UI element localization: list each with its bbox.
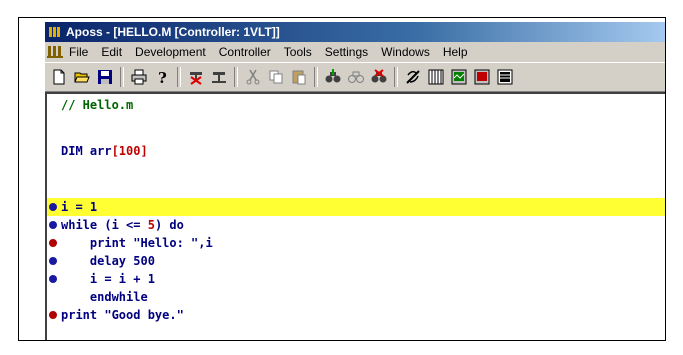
code-editor[interactable]: // Hello.m DIM arr[100] i = 1 while (i <…: [45, 92, 665, 340]
menu-help[interactable]: Help: [443, 45, 468, 59]
print-icon[interactable]: [129, 67, 149, 87]
terminal-icon[interactable]: [472, 67, 492, 87]
app-icon: [49, 27, 60, 37]
breakpoint-marker[interactable]: [49, 203, 57, 211]
code-line[interactable]: DIM arr[100]: [47, 142, 665, 160]
code-line[interactable]: while (i <= 5) do: [47, 216, 665, 234]
breakpoint-marker[interactable]: [49, 275, 57, 283]
toolbar-separator: [120, 67, 124, 87]
document-menu-icon[interactable]: [47, 45, 63, 59]
replace-icon[interactable]: [369, 67, 389, 87]
title-bar[interactable]: Aposs - [HELLO.M [Controller: 1VLT]]: [45, 22, 665, 42]
code-text: DIM arr[100]: [61, 144, 148, 158]
breakpoint-marker[interactable]: [49, 221, 57, 229]
toolbar: ?: [45, 62, 665, 92]
menu-development[interactable]: Development: [135, 45, 206, 59]
menu-file[interactable]: File: [69, 45, 88, 59]
menu-bar: File Edit Development Controller Tools S…: [45, 42, 665, 62]
code-text: while (i <= 5) do: [61, 218, 184, 232]
svg-text:?: ?: [158, 69, 167, 85]
code-text: print "Hello: ",i: [61, 236, 213, 250]
code-line[interactable]: delay 500: [47, 252, 665, 270]
copy-icon[interactable]: [266, 67, 286, 87]
find-next-icon[interactable]: [346, 67, 366, 87]
toolbar-separator: [394, 67, 398, 87]
toolbar-separator: [177, 67, 181, 87]
menu-edit[interactable]: Edit: [101, 45, 122, 59]
code-text: endwhile: [61, 290, 148, 304]
menu-settings[interactable]: Settings: [325, 45, 368, 59]
connect-icon[interactable]: [209, 67, 229, 87]
save-icon[interactable]: [95, 67, 115, 87]
app-window: Aposs - [HELLO.M [Controller: 1VLT]] Fil…: [45, 22, 665, 340]
breakpoint-marker[interactable]: [49, 257, 57, 265]
screenshot-frame: Aposs - [HELLO.M [Controller: 1VLT]] Fil…: [18, 17, 666, 341]
toolbar-separator: [314, 67, 318, 87]
monitor-icon[interactable]: [449, 67, 469, 87]
help-icon[interactable]: ?: [152, 67, 172, 87]
code-line[interactable]: // Hello.m: [47, 96, 665, 114]
code-text: i = i + 1: [61, 272, 155, 286]
code-text: delay 500: [61, 254, 155, 268]
current-line[interactable]: i = 1: [47, 198, 665, 216]
panel-icon[interactable]: [495, 67, 515, 87]
code-line[interactable]: i = i + 1: [47, 270, 665, 288]
code-line[interactable]: print "Hello: ",i: [47, 234, 665, 252]
window-title: Aposs - [HELLO.M [Controller: 1VLT]]: [66, 25, 280, 39]
menu-controller[interactable]: Controller: [219, 45, 271, 59]
breakpoint-marker[interactable]: [49, 239, 57, 247]
grid-icon[interactable]: [426, 67, 446, 87]
open-icon[interactable]: [72, 67, 92, 87]
code-text: i = 1: [61, 200, 98, 214]
code-line[interactable]: print "Good bye.": [47, 306, 665, 324]
paste-icon[interactable]: [289, 67, 309, 87]
new-icon[interactable]: [49, 67, 69, 87]
breakpoint-marker[interactable]: [49, 311, 57, 319]
code-text: print "Good bye.": [61, 308, 184, 322]
code-line[interactable]: endwhile: [47, 288, 665, 306]
find-icon[interactable]: [323, 67, 343, 87]
menu-windows[interactable]: Windows: [381, 45, 430, 59]
link-icon[interactable]: [403, 67, 423, 87]
disconnect-icon[interactable]: [186, 67, 206, 87]
menu-tools[interactable]: Tools: [284, 45, 312, 59]
toolbar-separator: [234, 67, 238, 87]
cut-icon[interactable]: [243, 67, 263, 87]
code-text: // Hello.m: [61, 98, 134, 112]
